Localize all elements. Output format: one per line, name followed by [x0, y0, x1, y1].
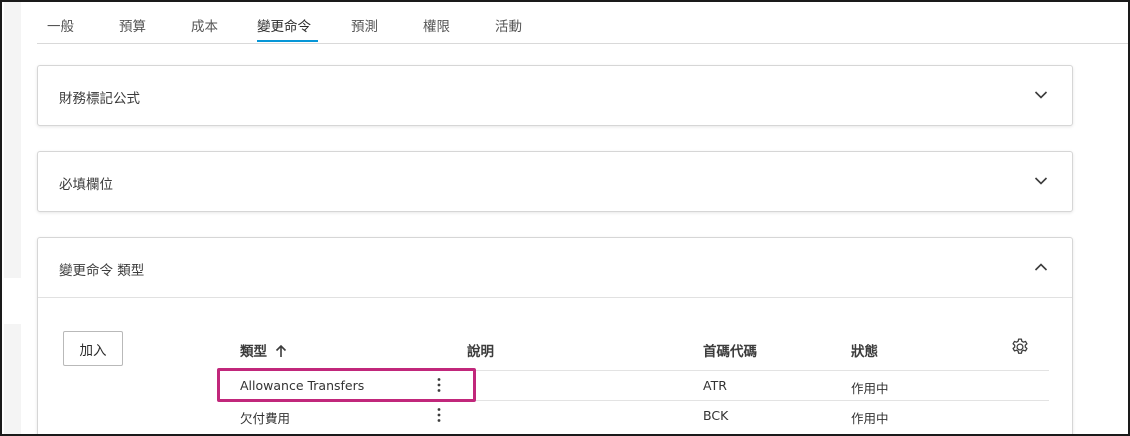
chevron-down-icon[interactable]: [1034, 176, 1048, 186]
chevron-down-icon[interactable]: [1034, 90, 1048, 100]
cell-prefix: ATR: [703, 378, 727, 393]
panel-header-change-order-types[interactable]: 變更命令 類型: [38, 238, 1072, 298]
cell-type: 欠付費用: [240, 411, 291, 426]
tab-activity[interactable]: 活動: [495, 18, 522, 36]
column-header-description[interactable]: 說明: [467, 340, 494, 360]
tab-budget[interactable]: 預算: [119, 18, 146, 36]
panel-financial-markup-formula: 財務標記公式: [37, 65, 1073, 126]
panel-change-order-types: 變更命令 類型 加入 類型 說明 首碼代碼 狀態 Allowance Trans…: [37, 237, 1073, 434]
active-tab-indicator: [257, 40, 318, 42]
panel-required-fields: 必填欄位: [37, 151, 1073, 212]
cell-status: 作用中: [851, 411, 889, 426]
left-gutter-lower: [4, 324, 21, 434]
add-button[interactable]: 加入: [63, 331, 123, 366]
cell-status: 作用中: [851, 381, 889, 396]
chevron-up-icon[interactable]: [1034, 262, 1048, 272]
gear-icon[interactable]: [1010, 337, 1030, 357]
panel-title: 變更命令 類型: [59, 263, 145, 279]
tab-forecast[interactable]: 預測: [351, 18, 378, 36]
settings-tabs: 一般 預算 成本 變更命令 預測 權限 活動: [37, 4, 1128, 44]
more-vertical-icon[interactable]: [434, 406, 444, 424]
cell-prefix: BCK: [703, 408, 729, 423]
tab-permissions[interactable]: 權限: [423, 18, 450, 36]
app-frame: 一般 預算 成本 變更命令 預測 權限 活動 財務標記公式 必填欄位 變更命令 …: [0, 0, 1130, 436]
tab-cost[interactable]: 成本: [191, 18, 218, 36]
left-gutter: [4, 2, 21, 278]
tab-general[interactable]: 一般: [47, 18, 74, 36]
column-header-prefix[interactable]: 首碼代碼: [703, 340, 757, 360]
column-header-status[interactable]: 狀態: [851, 340, 878, 360]
more-vertical-icon[interactable]: [434, 376, 444, 394]
panel-title: 必填欄位: [59, 177, 113, 193]
column-header-type[interactable]: 類型: [240, 340, 287, 362]
table-row[interactable]: 欠付費用 BCK 作用中: [221, 400, 1049, 430]
panel-header-financial-markup[interactable]: 財務標記公式: [38, 66, 1072, 126]
column-header-label: 類型: [240, 344, 267, 360]
panel-title: 財務標記公式: [59, 91, 140, 107]
tab-change-orders[interactable]: 變更命令: [257, 18, 311, 36]
panel-header-required-fields[interactable]: 必填欄位: [38, 152, 1072, 212]
table-row[interactable]: Allowance Transfers ATR 作用中: [221, 370, 1049, 400]
arrow-up-icon[interactable]: [275, 344, 287, 362]
cell-type: Allowance Transfers: [240, 378, 365, 393]
